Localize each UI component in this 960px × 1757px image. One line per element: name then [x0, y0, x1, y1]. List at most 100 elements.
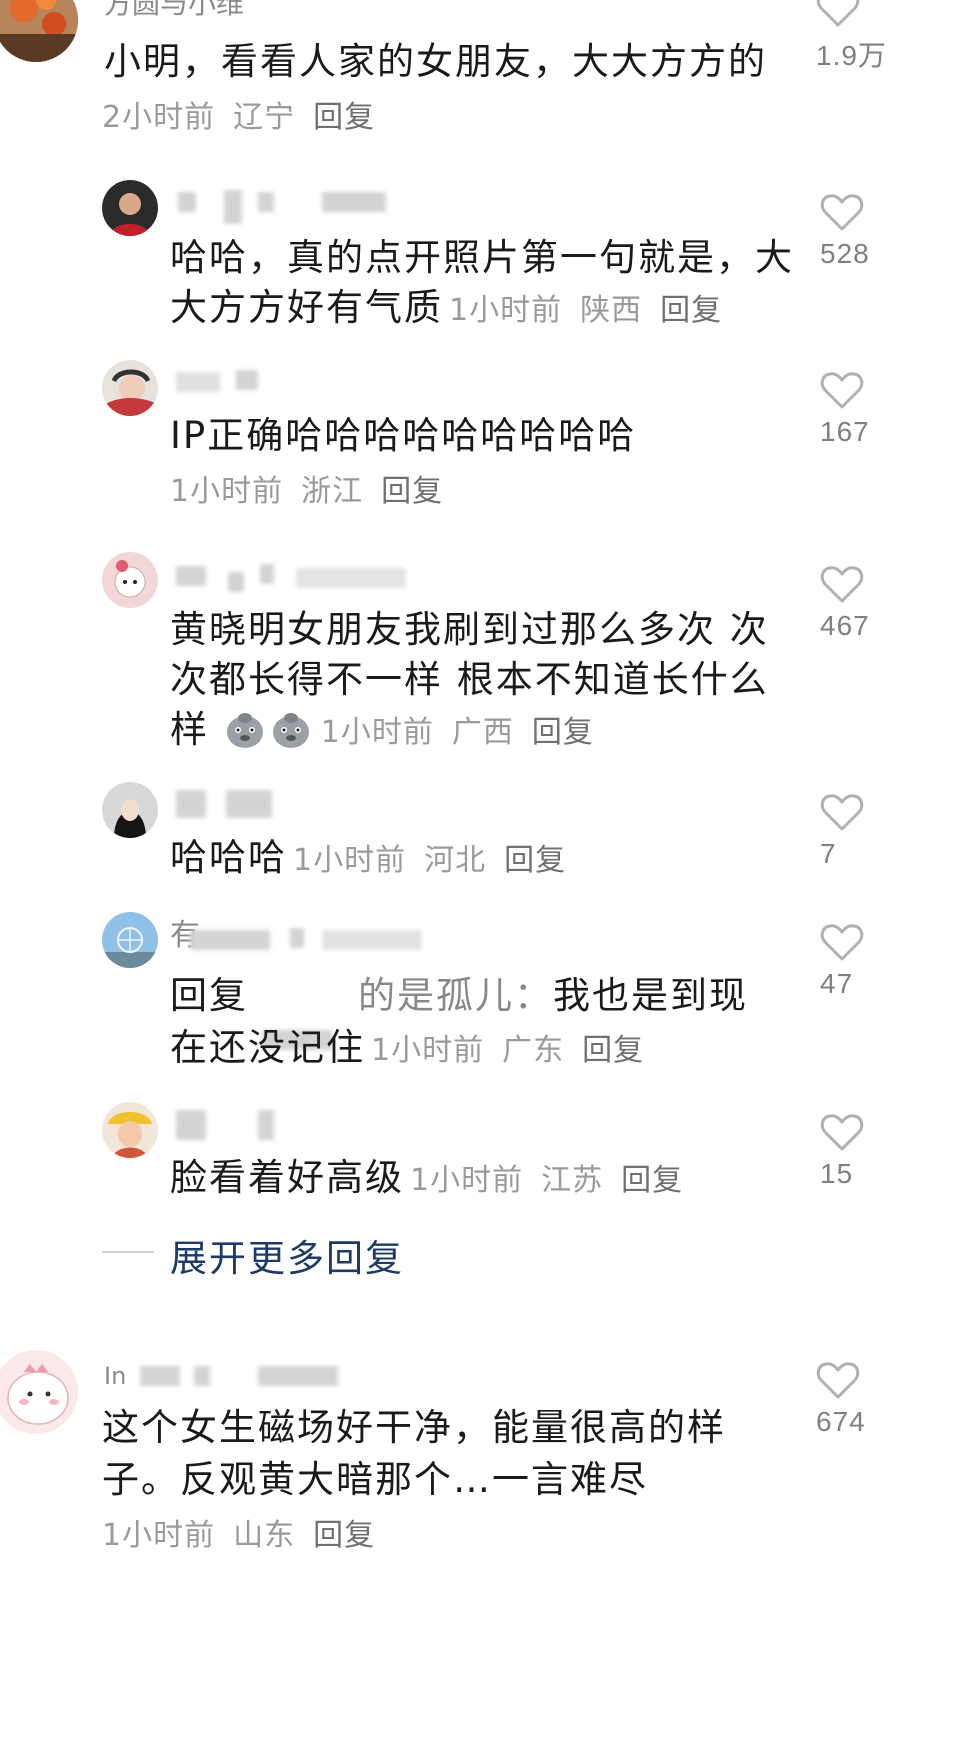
reply-text: 样 1小时前 广西 回复 [170, 708, 594, 751]
avatar[interactable] [102, 912, 158, 968]
username-redacted[interactable] [176, 372, 220, 392]
like-count: 674 [816, 1406, 866, 1437]
username-redacted[interactable] [228, 572, 244, 592]
heart-outline-icon [820, 194, 864, 231]
username-redacted[interactable] [258, 1366, 338, 1386]
like-count: 167 [820, 416, 870, 447]
avatar[interactable] [102, 360, 158, 416]
username-redacted[interactable] [260, 564, 274, 584]
reply-text: 哈哈哈 1小时前 河北 回复 [170, 836, 567, 879]
comment-meta: 2小时前 辽宁 回复 [102, 98, 393, 138]
avatar-image [102, 912, 158, 968]
ip-location: 浙江 [301, 474, 364, 509]
avatar[interactable] [0, 1350, 78, 1434]
comment-text: 小明，看看人家的女朋友，大大方方的 [104, 40, 767, 83]
heart-outline-icon [820, 924, 864, 961]
like-count: 15 [820, 1158, 854, 1189]
like-button[interactable]: 1.9万 [816, 0, 887, 74]
like-button[interactable]: 528 [820, 192, 880, 270]
username-redacted[interactable] [224, 190, 242, 224]
timestamp: 1小时前 [102, 1518, 216, 1553]
reply-button[interactable]: 回复 [582, 1033, 644, 1068]
expand-more-replies-button[interactable]: 展开更多回复 [170, 1228, 404, 1282]
username-redacted[interactable] [176, 566, 206, 586]
ip-location: 河北 [424, 843, 487, 878]
avatar[interactable] [102, 180, 158, 236]
ip-location: 广东 [502, 1033, 565, 1068]
timestamp: 2小时前 [102, 100, 216, 135]
heart-outline-icon [820, 794, 864, 831]
heart-outline-icon [816, 1362, 860, 1399]
ip-location: 陕西 [580, 293, 643, 328]
comment-text: 这个女生磁场好干净，能量很高的样 [102, 1406, 726, 1449]
username-redacted[interactable] [226, 790, 272, 818]
username-redacted[interactable] [176, 1110, 206, 1140]
like-button[interactable]: 167 [820, 370, 880, 448]
username[interactable]: 方圆与小维 [104, 0, 244, 22]
avatar-image [102, 180, 158, 236]
avatar[interactable] [0, 0, 78, 62]
heart-outline-icon [820, 566, 864, 603]
username-redacted[interactable] [322, 192, 386, 212]
heart-outline-icon [820, 372, 864, 409]
heart-outline-icon [820, 1114, 864, 1151]
reply-target-name[interactable]: 的是孤儿： [358, 974, 553, 1017]
username-redacted[interactable] [290, 928, 304, 948]
like-count: 7 [820, 838, 837, 869]
reply-button[interactable]: 回复 [532, 715, 594, 750]
username-redacted[interactable] [322, 930, 422, 950]
reply-text: IP正确哈哈哈哈哈哈哈哈哈 [170, 414, 637, 457]
like-button[interactable]: 15 [820, 1112, 880, 1190]
reply-text: 哈哈，真的点开照片第一句就是，大 [170, 236, 794, 279]
like-count: 467 [820, 610, 870, 641]
username[interactable]: In [104, 1362, 126, 1390]
reply-button[interactable]: 回复 [381, 474, 443, 509]
like-count: 47 [820, 968, 854, 999]
reply-button[interactable]: 回复 [313, 100, 375, 135]
like-count: 1.9万 [816, 40, 887, 71]
username-redacted[interactable] [176, 790, 206, 818]
timestamp: 1小时前 [410, 1163, 524, 1198]
reply-button[interactable]: 回复 [504, 843, 566, 878]
comment-meta: 1小时前 山东 回复 [102, 1516, 393, 1556]
reply-text: 回复 的是孤儿：我也是到现 [170, 968, 748, 1050]
divider [102, 1251, 154, 1253]
reply-button[interactable]: 回复 [313, 1518, 375, 1553]
avatar[interactable] [102, 782, 158, 838]
heart-outline-icon [816, 0, 860, 27]
avatar-image [102, 1102, 158, 1158]
reply-text: 大方方好有气质 1小时前 陕西 回复 [170, 286, 723, 329]
like-button[interactable]: 47 [820, 922, 880, 1000]
like-count: 528 [820, 238, 870, 269]
avatar[interactable] [102, 552, 158, 608]
username-redacted[interactable] [194, 1366, 210, 1386]
timestamp: 1小时前 [449, 293, 563, 328]
avatar-image [0, 1350, 78, 1434]
timestamp: 1小时前 [320, 715, 434, 750]
pigeon-emoji-icon [272, 713, 309, 748]
reply-button[interactable]: 回复 [660, 293, 722, 328]
avatar-image [102, 552, 158, 608]
username-redacted[interactable] [258, 192, 274, 212]
pigeon-emoji-icon [226, 713, 263, 748]
avatar-image [102, 360, 158, 416]
timestamp: 1小时前 [293, 843, 407, 878]
reply-text: 脸看着好高级 1小时前 江苏 回复 [170, 1156, 684, 1199]
reply-button[interactable]: 回复 [621, 1163, 683, 1198]
like-button[interactable]: 467 [820, 564, 880, 642]
like-button[interactable]: 7 [820, 792, 880, 870]
like-button[interactable]: 674 [816, 1360, 876, 1438]
username-redacted[interactable] [190, 930, 270, 950]
reply-text: 次都长得不一样 根本不知道长什么 [170, 658, 769, 701]
username-redacted[interactable] [140, 1366, 180, 1386]
avatar[interactable] [102, 1102, 158, 1158]
username-redacted[interactable] [296, 568, 406, 588]
ip-location: 广西 [451, 715, 514, 750]
username-redacted[interactable] [178, 192, 196, 212]
avatar-image [102, 782, 158, 838]
reply-text: 在还没记住 1小时前 广东 回复 [170, 1026, 645, 1069]
username-redacted[interactable] [258, 1110, 274, 1140]
avatar-image [0, 0, 78, 62]
comment-text: 子。反观黄大暗那个…一言难尽 [102, 1458, 648, 1501]
username-redacted[interactable] [236, 370, 258, 390]
